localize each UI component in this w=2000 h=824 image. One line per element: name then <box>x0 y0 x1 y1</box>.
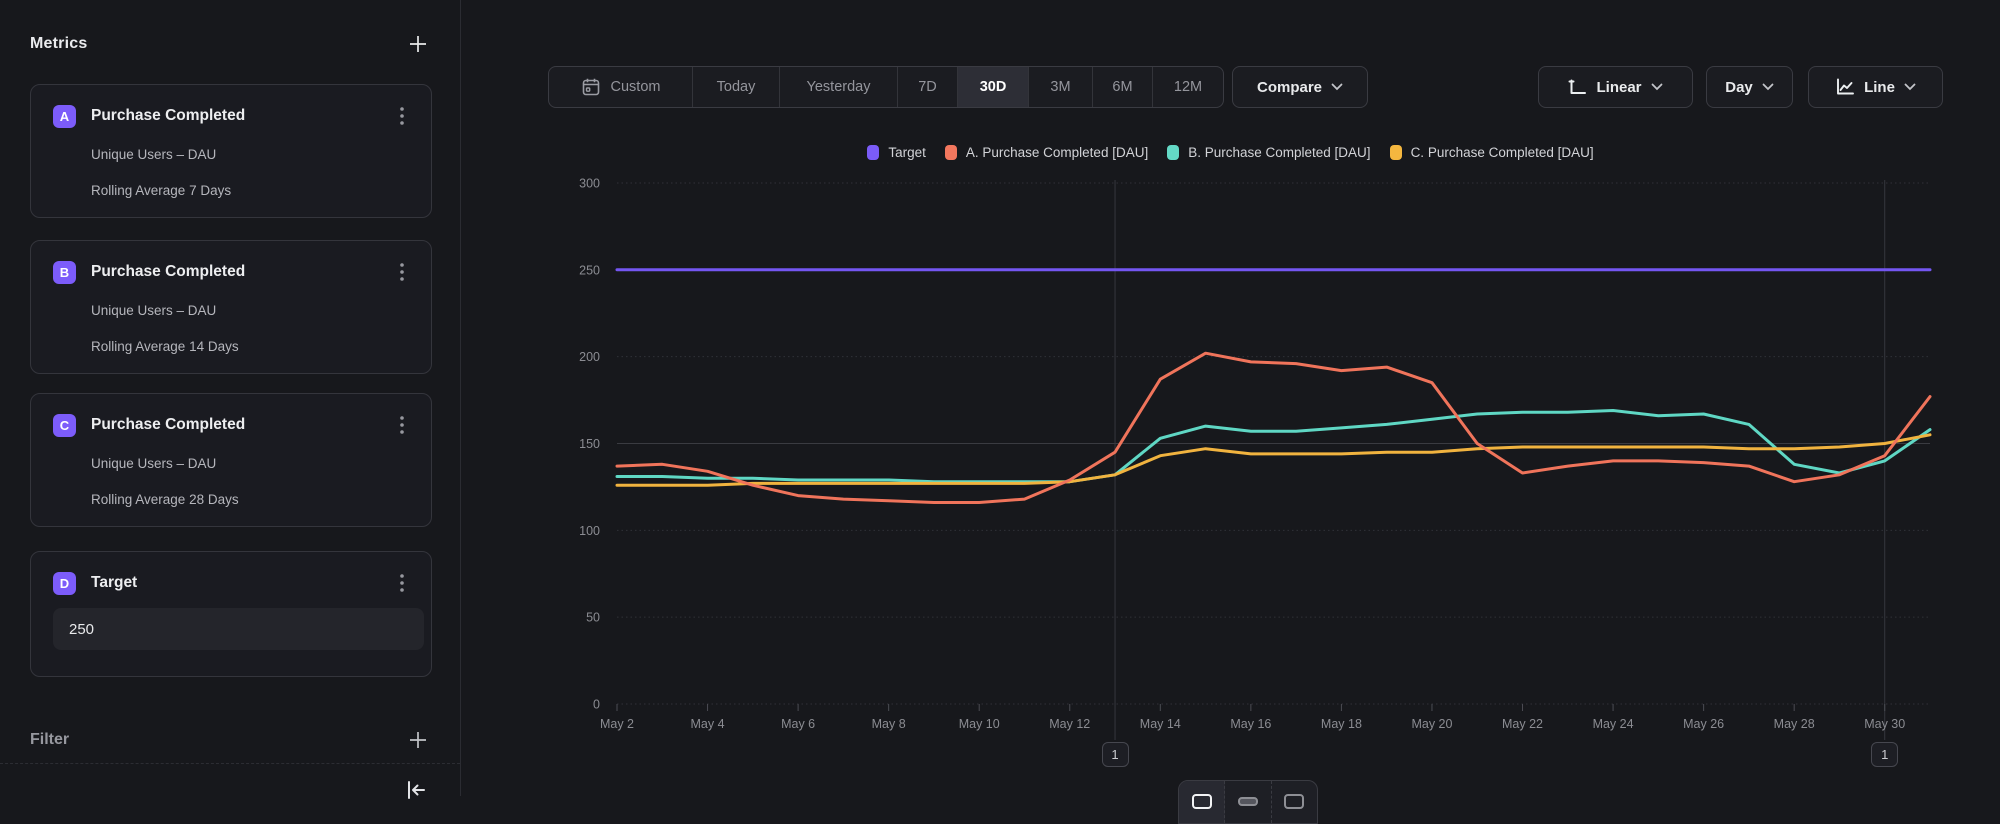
chart-view-icon <box>1192 794 1212 809</box>
svg-text:May 2: May 2 <box>600 717 634 731</box>
svg-text:May 18: May 18 <box>1321 717 1362 731</box>
view-chart-button[interactable] <box>1179 781 1225 823</box>
svg-text:May 28: May 28 <box>1774 717 1815 731</box>
svg-text:May 14: May 14 <box>1140 717 1181 731</box>
annotation-badge[interactable]: 1 <box>1871 742 1898 767</box>
svg-text:May 10: May 10 <box>959 717 1000 731</box>
svg-text:200: 200 <box>579 350 600 364</box>
svg-text:0: 0 <box>593 698 600 712</box>
svg-text:May 16: May 16 <box>1230 717 1271 731</box>
view-details-button[interactable] <box>1272 781 1317 823</box>
svg-text:250: 250 <box>579 263 600 277</box>
view-table-button[interactable] <box>1225 781 1271 823</box>
svg-text:May 24: May 24 <box>1593 717 1634 731</box>
svg-text:300: 300 <box>579 177 600 191</box>
annotation-badge[interactable]: 1 <box>1102 742 1129 767</box>
details-view-icon <box>1284 794 1304 809</box>
table-view-icon <box>1238 797 1258 806</box>
svg-text:May 20: May 20 <box>1411 717 1452 731</box>
svg-text:May 26: May 26 <box>1683 717 1724 731</box>
svg-text:May 8: May 8 <box>872 717 906 731</box>
svg-text:100: 100 <box>579 524 600 538</box>
chart-view-switcher <box>1178 780 1318 824</box>
svg-text:150: 150 <box>579 437 600 451</box>
svg-text:May 22: May 22 <box>1502 717 1543 731</box>
svg-text:May 6: May 6 <box>781 717 815 731</box>
svg-text:50: 50 <box>586 611 600 625</box>
svg-text:May 30: May 30 <box>1864 717 1905 731</box>
svg-text:May 4: May 4 <box>691 717 725 731</box>
line-chart[interactable]: 0 50 100 150 200 250 300 May 2 May 4 May 6 May 8 Ma… <box>0 0 2000 796</box>
svg-text:May 12: May 12 <box>1049 717 1090 731</box>
